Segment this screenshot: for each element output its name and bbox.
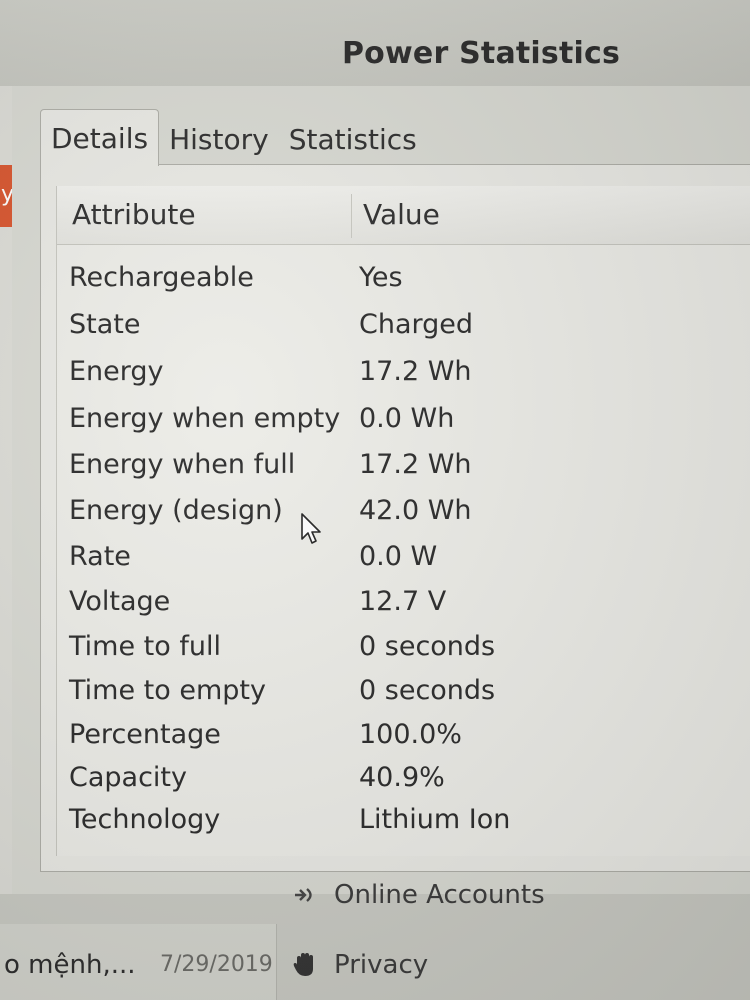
background-list-item-date: 7/29/2019 [160,952,273,977]
cell-value: 0 seconds [359,675,496,706]
cell-attribute: Time to full [69,631,221,662]
window-titlebar[interactable]: Power Statistics [0,0,750,87]
table-row[interactable]: Percentage 100.0% [57,715,750,759]
cell-attribute: Energy [69,356,164,387]
cell-attribute: State [69,309,141,340]
settings-item-online-accounts[interactable]: Online Accounts [292,880,545,910]
cell-attribute: Technology [69,804,221,835]
cell-value: 12.7 V [359,586,447,617]
privacy-hand-icon [293,953,313,976]
cell-value: 17.2 Wh [359,356,472,387]
cell-value: Lithium Ion [359,804,511,835]
settings-item-label: Privacy [334,950,429,980]
cell-attribute: Energy when empty [69,403,341,434]
cell-value: 0 seconds [359,631,496,662]
table-row[interactable]: Energy (design) 42.0 Wh [57,491,750,535]
table-row[interactable]: Capacity 40.9% [57,758,750,802]
column-separator[interactable] [351,194,352,238]
column-header-attribute[interactable]: Attribute [72,198,196,231]
cell-attribute: Percentage [69,719,221,750]
cell-attribute: Capacity [69,762,187,793]
cell-value: 100.0% [359,719,462,750]
online-accounts-icon [295,888,312,902]
cell-attribute: Energy (design) [69,495,283,526]
cell-attribute: Voltage [69,586,171,617]
cell-attribute: Rechargeable [69,262,254,293]
tab-bar: Details History Statistics [40,108,427,166]
background-list-item-text: o mệnh,... [4,950,136,980]
attributes-table[interactable]: Attribute Value Rechargeable Yes State C… [56,186,750,856]
table-header: Attribute Value [57,186,750,245]
screen: Power Statistics y Details History Stati… [0,0,750,1000]
table-row[interactable]: State Charged [57,305,750,349]
settings-item-label: Online Accounts [334,880,545,910]
tab-statistics-label: Statistics [288,122,417,156]
table-row[interactable]: Energy when empty 0.0 Wh [57,399,750,443]
cell-value: Yes [359,262,403,293]
cell-value: 17.2 Wh [359,449,472,480]
cell-value: Charged [359,309,474,340]
table-row[interactable]: Rate 0.0 W [57,537,750,581]
mouse-pointer-icon [301,513,321,544]
table-row[interactable]: Voltage 12.7 V [57,582,750,626]
cell-attribute: Time to empty [69,675,266,706]
cell-value: 0.0 Wh [359,403,455,434]
table-row[interactable]: Time to full 0 seconds [57,627,750,671]
table-row[interactable]: Energy when full 17.2 Wh [57,445,750,489]
tab-history-label: History [169,122,269,156]
table-row[interactable]: Energy 17.2 Wh [57,352,750,396]
tab-statistics[interactable]: Statistics [279,112,427,166]
cell-value: 0.0 W [359,541,438,572]
tab-details-label: Details [51,121,149,155]
cell-attribute: Energy when full [69,449,296,480]
column-header-value[interactable]: Value [363,198,440,231]
table-row[interactable]: Rechargeable Yes [57,258,750,302]
window-title: Power Statistics [342,36,621,71]
tab-details[interactable]: Details [40,109,160,166]
cell-value: 42.0 Wh [359,495,472,526]
settings-item-privacy[interactable]: Privacy [292,950,428,980]
table-row[interactable]: Technology Lithium Ion [57,800,750,844]
table-row[interactable]: Time to empty 0 seconds [57,671,750,715]
cell-value: 40.9% [359,762,445,793]
cell-attribute: Rate [69,541,131,572]
tab-history[interactable]: History [159,112,279,166]
